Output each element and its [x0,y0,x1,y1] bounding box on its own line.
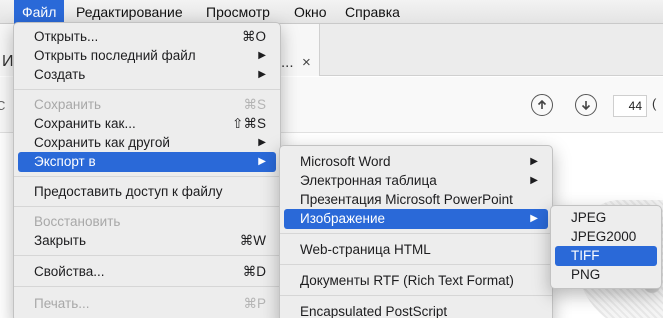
menu-item-properties[interactable]: Свойства... ⌘D [18,262,276,282]
menu-item-export-to[interactable]: Экспорт в ▶ [18,152,276,172]
menu-separator [14,89,280,90]
chevron-right-icon: ▶ [258,50,266,61]
menu-view[interactable]: Просмотр [198,0,278,24]
menu-file[interactable]: Файл [14,0,65,24]
menu-separator [280,295,552,296]
menu-item-open-recent[interactable]: Открыть последний файл ▶ [18,46,276,66]
chevron-right-icon: ▶ [530,156,538,167]
menu-item-tiff[interactable]: TIFF [555,246,657,266]
menu-separator [14,255,280,256]
menu-item-export-rtf[interactable]: Документы RTF (Rich Text Format) [284,271,548,291]
arrow-down-icon [581,101,591,111]
menu-bar: Файл Редактирование Просмотр Окно Справк… [0,0,663,24]
menu-item-export-powerpoint[interactable]: Презентация Microsoft PowerPoint [284,190,548,210]
menu-separator [280,264,552,265]
menu-separator [14,206,280,207]
chevron-right-icon: ▶ [258,156,266,167]
menu-item-save: Сохранить ⌘S [34,97,266,112]
menu-separator [14,286,280,287]
chevron-right-icon: ▶ [258,69,266,80]
menu-item-open[interactable]: Открыть... ⌘O [18,27,276,47]
chevron-right-icon: ▶ [530,213,538,224]
menu-separator [280,233,552,234]
menu-item-create[interactable]: Создать ▶ [18,65,276,85]
menu-help[interactable]: Справка [337,0,408,24]
menu-item-save-as[interactable]: Сохранить как... ⇧⌘S [18,114,276,134]
page-down-button[interactable] [575,94,597,116]
export-submenu: Microsoft Word ▶ Электронная таблица ▶ Пре… [279,145,553,318]
toolbar-icon-fragment: С [0,98,6,113]
chevron-right-icon: ▶ [258,137,266,148]
menu-item-save-as-other[interactable]: Сохранить как другой ▶ [18,133,276,153]
menu-item-jpeg2000[interactable]: JPEG2000 [555,227,657,247]
menu-item-close[interactable]: Закрыть ⌘W [18,231,276,251]
chevron-right-icon: ▶ [530,175,538,186]
menu-item-export-html[interactable]: Web-страница HTML [284,240,548,260]
page-up-button[interactable] [531,94,553,116]
menu-item-export-image[interactable]: Изображение ▶ [284,209,548,229]
file-menu: Открыть... ⌘O Открыть последний файл ▶ Соз… [13,22,281,318]
tab-close-icon[interactable]: × [302,53,311,73]
menu-item-jpeg[interactable]: JPEG [555,208,657,228]
menu-item-export-eps[interactable]: Encapsulated PostScript [284,302,548,318]
image-format-submenu: JPEG JPEG2000 TIFF PNG [550,205,662,289]
menu-separator [14,176,280,177]
menu-window[interactable]: Окно [286,0,335,24]
menu-item-print: Печать... ⌘P [34,296,266,311]
menu-item-export-spreadsheet[interactable]: Электронная таблица ▶ [284,171,548,191]
menu-item-revert: Восстановить [34,214,121,229]
menu-item-export-word[interactable]: Microsoft Word ▶ [284,152,548,172]
arrow-up-icon [537,99,547,109]
menu-edit[interactable]: Редактирование [68,0,191,24]
menu-item-png[interactable]: PNG [555,265,657,285]
tab-title-ellipsis: ... [281,54,294,71]
page-count-label: ( [652,96,657,111]
menu-item-share-file[interactable]: Предоставить доступ к файлу [18,182,276,202]
tab-title: И [2,53,14,70]
page-number-input[interactable]: 44 [613,95,647,117]
